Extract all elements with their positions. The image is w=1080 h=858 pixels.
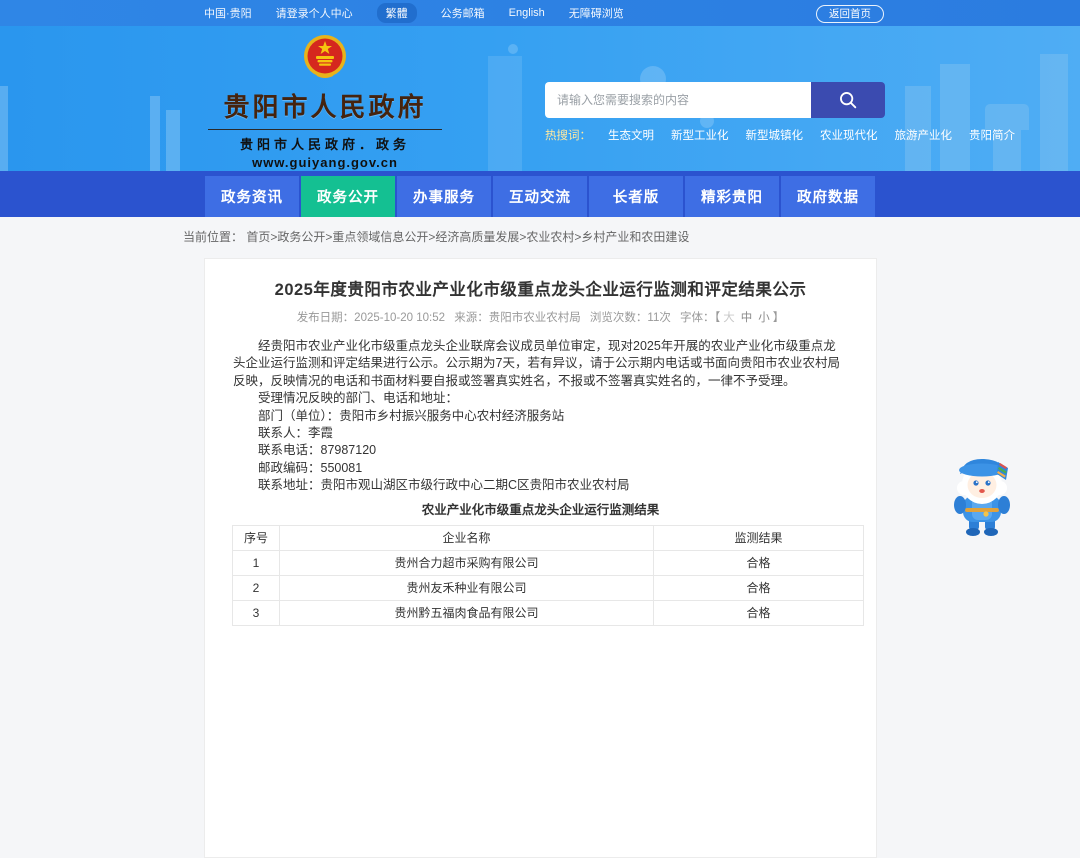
search-area: 热搜词： 生态文明 新型工业化 新型城镇化 农业现代化 旅游产业化 贵阳简介 [545, 82, 1015, 143]
skyline-building [1040, 54, 1068, 171]
cell-company: 贵州黔五福肉食品有限公司 [279, 599, 654, 626]
topbar-item-accessibility[interactable]: 无障碍浏览 [569, 5, 624, 21]
site-title: 贵阳市人民政府 [223, 92, 427, 122]
header-cell-company: 企业名称 [279, 524, 654, 551]
font-size-small-button[interactable]: 小 [758, 312, 770, 324]
breadcrumb-path[interactable]: 首页>政务公开>重点领域信息公开>经济高质量发展>农业农村>乡村产业和农田建设 [246, 230, 689, 244]
hotword-link[interactable]: 农业现代化 [820, 127, 878, 143]
nav-tab-banshi-fuwu[interactable]: 办事服务 [397, 176, 491, 217]
top-utility-bar: 中国·贵阳 请登录个人中心 繁體 公务邮箱 English 无障碍浏览 返回首页 [0, 0, 1080, 26]
nav-tab-zhangzheban[interactable]: 长者版 [589, 176, 683, 217]
article-source: 来源：贵阳市农业农村局 [454, 312, 581, 324]
article-title: 2025年度贵阳市农业产业化市级重点龙头企业运行监测和评定结果公示 [274, 281, 807, 299]
topbar-item-english[interactable]: English [509, 7, 545, 19]
return-home-button[interactable]: 返回首页 [816, 4, 884, 23]
article-card: 2025年度贵阳市农业产业化市级重点龙头企业运行监测和评定结果公示 发布日期：2… [204, 258, 877, 858]
cell-result: 合格 [653, 599, 864, 626]
search-input[interactable] [545, 82, 811, 118]
cell-index: 2 [232, 574, 280, 601]
site-logo[interactable]: 贵阳市人民政府 贵阳市人民政府．政务 www.guiyang.gov.cn [200, 34, 450, 170]
skyline-building [150, 96, 160, 171]
cell-result: 合格 [653, 549, 864, 576]
table-row: 3 贵州黔五福肉食品有限公司 合格 [232, 599, 864, 626]
skyline-building [488, 56, 522, 171]
search-icon [840, 92, 857, 109]
skyline-building [940, 64, 970, 171]
article-meta: 发布日期：2025-10-20 10:52 来源：贵阳市农业农村局 浏览次数：1… [205, 309, 876, 325]
national-emblem-icon [304, 35, 346, 78]
monitoring-result-table: 序号 企业名称 监测结果 1 贵州合力超市采购有限公司 合格 2 贵州友禾种业有… [232, 524, 864, 626]
header-cell-result: 监测结果 [653, 524, 864, 551]
nav-tab-zhengwu-gongkai[interactable]: 政务公开 [301, 176, 395, 217]
nav-tab-zhengfu-shuju[interactable]: 政府数据 [781, 176, 875, 217]
breadcrumb-label: 当前位置： [183, 230, 244, 244]
bokeh-dot [508, 44, 518, 54]
hotwords-label: 热搜词： [545, 130, 591, 142]
cell-result: 合格 [653, 574, 864, 601]
header-cell-index: 序号 [232, 524, 280, 551]
hotword-link[interactable]: 贵阳简介 [969, 127, 1015, 143]
font-size-bracket: 】 [772, 312, 785, 324]
assistant-mascot-icon[interactable] [942, 452, 1022, 538]
font-size-large-button[interactable]: 大 [723, 312, 735, 324]
breadcrumb-bar: 当前位置： 首页>政务公开>重点领域信息公开>经济高质量发展>农业农村>乡村产业… [0, 217, 1080, 257]
nav-tab-zhengwu-zixun[interactable]: 政务资讯 [205, 176, 299, 217]
article-paragraph: 联系人：李霞 [258, 426, 334, 441]
topbar-item-login-center[interactable]: 请登录个人中心 [276, 5, 353, 21]
article-paragraph: 邮政编码：550081 [258, 460, 363, 475]
main-navigation: 政务资讯 政务公开 办事服务 互动交流 长者版 精彩贵阳 政府数据 [0, 171, 1080, 217]
hotword-link[interactable]: 新型城镇化 [746, 127, 804, 143]
topbar-item-official-mail[interactable]: 公务邮箱 [441, 5, 485, 21]
font-size-medium-button[interactable]: 中 [741, 312, 753, 324]
cell-company: 贵州友禾种业有限公司 [279, 574, 654, 601]
article-paragraph: 经贵阳市农业产业化市级重点龙头企业联席会议成员单位审定，现对2025年开展的农业… [233, 339, 840, 388]
font-size-label: 字体：【 [680, 312, 721, 324]
article-paragraph: 受理情况反映的部门、电话和地址： [258, 391, 459, 406]
table-row: 2 贵州友禾种业有限公司 合格 [232, 574, 864, 601]
cell-index: 1 [232, 549, 280, 576]
topbar-menu: 中国·贵阳 请登录个人中心 繁體 公务邮箱 English 无障碍浏览 [204, 3, 624, 23]
publish-date: 发布日期：2025-10-20 10:52 [296, 312, 445, 324]
hotword-link[interactable]: 新型工业化 [671, 127, 729, 143]
hotword-link[interactable]: 生态文明 [608, 127, 654, 143]
article-paragraph: 联系地址：贵阳市观山湖区市级行政中心二期C区贵阳市农业农村局 [258, 478, 630, 493]
search-button[interactable] [811, 82, 885, 118]
table-row: 1 贵州合力超市采购有限公司 合格 [232, 549, 864, 576]
site-subtitle: 贵阳市人民政府．政务 [239, 137, 410, 152]
site-url: www.guiyang.gov.cn [252, 155, 398, 170]
view-count: 浏览次数：11次 [589, 312, 671, 324]
article-paragraph: 联系电话：87987120 [258, 443, 377, 458]
hot-search-words: 热搜词： 生态文明 新型工业化 新型城镇化 农业现代化 旅游产业化 贵阳简介 [545, 127, 1015, 143]
nav-tab-jingcai-guiyang[interactable]: 精彩贵阳 [685, 176, 779, 217]
table-header-row: 序号 企业名称 监测结果 [232, 524, 864, 551]
cell-company: 贵州合力超市采购有限公司 [279, 549, 654, 576]
topbar-item-traditional-chinese[interactable]: 繁體 [376, 3, 417, 23]
article-paragraph: 部门（单位）：贵阳市乡村振兴服务中心农村经济服务站 [258, 408, 565, 423]
table-caption: 农业产业化市级重点龙头企业运行监测结果 [421, 502, 660, 517]
nav-tab-hudong-jiaoliu[interactable]: 互动交流 [493, 176, 587, 217]
skyline-building [0, 86, 8, 171]
cell-index: 3 [232, 599, 280, 626]
article-body: 经贵阳市农业产业化市级重点龙头企业联席会议成员单位审定，现对2025年开展的农业… [233, 338, 848, 495]
header-banner: 贵阳市人民政府 贵阳市人民政府．政务 www.guiyang.gov.cn 热搜… [0, 26, 1080, 171]
hotword-link[interactable]: 旅游产业化 [895, 127, 953, 143]
title-divider [208, 129, 442, 130]
topbar-item-china-guiyang[interactable]: 中国·贵阳 [204, 5, 252, 21]
skyline-building [166, 110, 180, 171]
